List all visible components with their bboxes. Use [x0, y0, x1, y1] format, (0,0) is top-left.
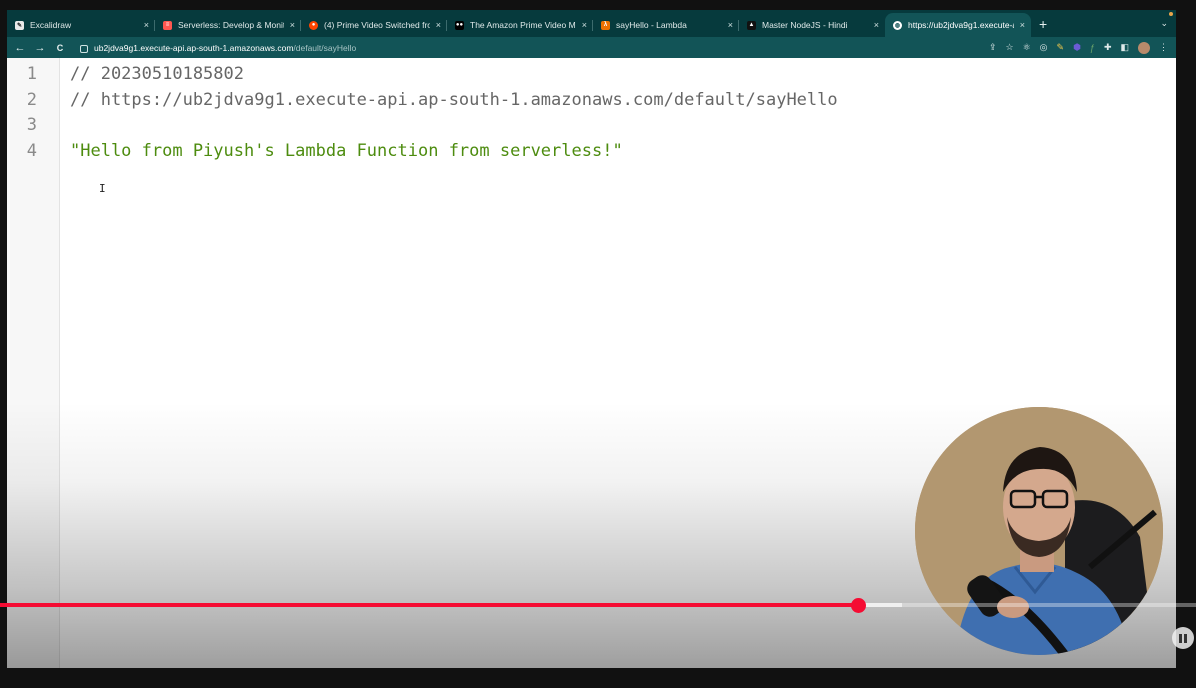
close-icon[interactable]: × — [436, 20, 441, 30]
line-number: 4 — [26, 141, 37, 161]
tab-reddit[interactable]: ● (4) Prime Video Switched from × — [301, 13, 447, 37]
pause-bar-icon — [1179, 633, 1182, 643]
sidepanel-icon[interactable]: ◧ — [1120, 42, 1129, 53]
shield-extension-icon[interactable]: ⬢ — [1073, 42, 1081, 53]
webcam-overlay — [915, 407, 1163, 655]
lock-icon[interactable] — [80, 44, 88, 53]
tab-search-button[interactable]: ⌄ — [1160, 18, 1168, 29]
puzzle-icon[interactable]: ✚ — [1104, 42, 1112, 53]
url-path: /default/sayHello — [293, 42, 357, 53]
progress-scrubber-handle[interactable] — [850, 598, 866, 613]
medium-icon: ●● — [455, 20, 464, 30]
reddit-icon: ● — [309, 20, 318, 30]
pen-extension-icon[interactable]: ✎ — [1057, 42, 1065, 53]
aws-lambda-icon: λ — [601, 20, 610, 30]
tab-lambda[interactable]: λ sayHello - Lambda × — [593, 13, 739, 37]
bookmark-star-icon[interactable]: ☆ — [1006, 42, 1014, 53]
close-icon[interactable]: × — [874, 20, 879, 30]
tab-strip: ✎ Excalidraw × ≡ Serverless: Develop & M… — [7, 10, 1176, 37]
new-tab-button[interactable]: + — [1031, 13, 1055, 37]
tab-active-api[interactable]: ◍ https://ub2jdva9g1.execute-api × — [885, 13, 1031, 37]
forward-button[interactable]: → — [30, 42, 50, 54]
tab-title: Master NodeJS - Hindi — [762, 20, 848, 30]
profile-avatar[interactable] — [1138, 41, 1150, 54]
video-progress-bar[interactable] — [0, 603, 1196, 607]
reload-button[interactable]: C — [50, 43, 70, 53]
pause-button[interactable] — [1172, 627, 1194, 649]
tab-title: Serverless: Develop & Monitor — [178, 20, 284, 30]
tab-title: Excalidraw — [30, 20, 72, 30]
code-line-2: 2 // https://ub2jdva9g1.execute-api.ap-s… — [7, 88, 1176, 113]
kebab-menu-icon[interactable]: ⋮ — [1159, 42, 1168, 53]
code-line-4: 4 "Hello from Piyush's Lambda Function f… — [7, 139, 1176, 164]
browser-toolbar: ← → C ub2jdva9g1.execute-api.ap-south-1.… — [7, 37, 1176, 58]
line-number: 3 — [26, 115, 37, 135]
tab-nodejs-course[interactable]: ▲ Master NodeJS - Hindi × — [739, 13, 885, 37]
pause-bar-icon — [1184, 633, 1187, 643]
address-bar[interactable]: ub2jdva9g1.execute-api.ap-south-1.amazon… — [74, 39, 954, 56]
course-icon: ▲ — [747, 20, 756, 30]
share-icon[interactable]: ⇪ — [989, 42, 997, 53]
tab-title: https://ub2jdva9g1.execute-api — [908, 20, 1014, 30]
code-line-3: 3 — [7, 113, 1176, 138]
globe-icon: ◍ — [893, 20, 902, 30]
excalidraw-icon: ✎ — [15, 20, 24, 30]
code-line-1: 1 // 20230510185802 — [7, 62, 1176, 87]
back-button[interactable]: ← — [10, 42, 30, 54]
tab-title: sayHello - Lambda — [616, 20, 687, 30]
url-comment: // https://ub2jdva9g1.execute-api.ap-sou… — [70, 90, 838, 110]
timestamp-comment: // 20230510185802 — [70, 64, 244, 84]
tab-medium[interactable]: ●● The Amazon Prime Video Mono × — [447, 13, 593, 37]
close-icon[interactable]: × — [290, 20, 295, 30]
close-icon[interactable]: × — [728, 20, 733, 30]
function-extension-icon[interactable]: ƒ — [1090, 43, 1095, 53]
video-player[interactable]: ✎ Excalidraw × ≡ Serverless: Develop & M… — [0, 0, 1196, 688]
tab-title: The Amazon Prime Video Mono — [470, 20, 576, 30]
serverless-icon: ≡ — [163, 20, 172, 30]
close-icon[interactable]: × — [144, 20, 149, 30]
close-icon[interactable]: × — [1020, 20, 1025, 30]
react-devtools-icon[interactable]: ⚛ — [1023, 42, 1031, 53]
close-icon[interactable]: × — [582, 20, 587, 30]
presenter-illustration — [915, 407, 1163, 655]
extension-icon[interactable]: ◎ — [1040, 42, 1048, 53]
text-cursor-icon: I — [99, 182, 106, 195]
tab-excalidraw[interactable]: ✎ Excalidraw × — [7, 13, 155, 37]
response-string: "Hello from Piyush's Lambda Function fro… — [70, 141, 623, 161]
tab-serverless[interactable]: ≡ Serverless: Develop & Monitor × — [155, 13, 301, 37]
tab-title: (4) Prime Video Switched from — [324, 20, 430, 30]
extensions-area: ⇪ ☆ ⚛ ◎ ✎ ⬢ ƒ ✚ ◧ ⋮ — [989, 41, 1176, 54]
url-host: ub2jdva9g1.execute-api.ap-south-1.amazon… — [94, 42, 294, 53]
line-number: 1 — [26, 64, 37, 84]
line-number: 2 — [26, 90, 37, 110]
played-range — [0, 603, 858, 607]
recording-indicator — [1169, 12, 1173, 16]
